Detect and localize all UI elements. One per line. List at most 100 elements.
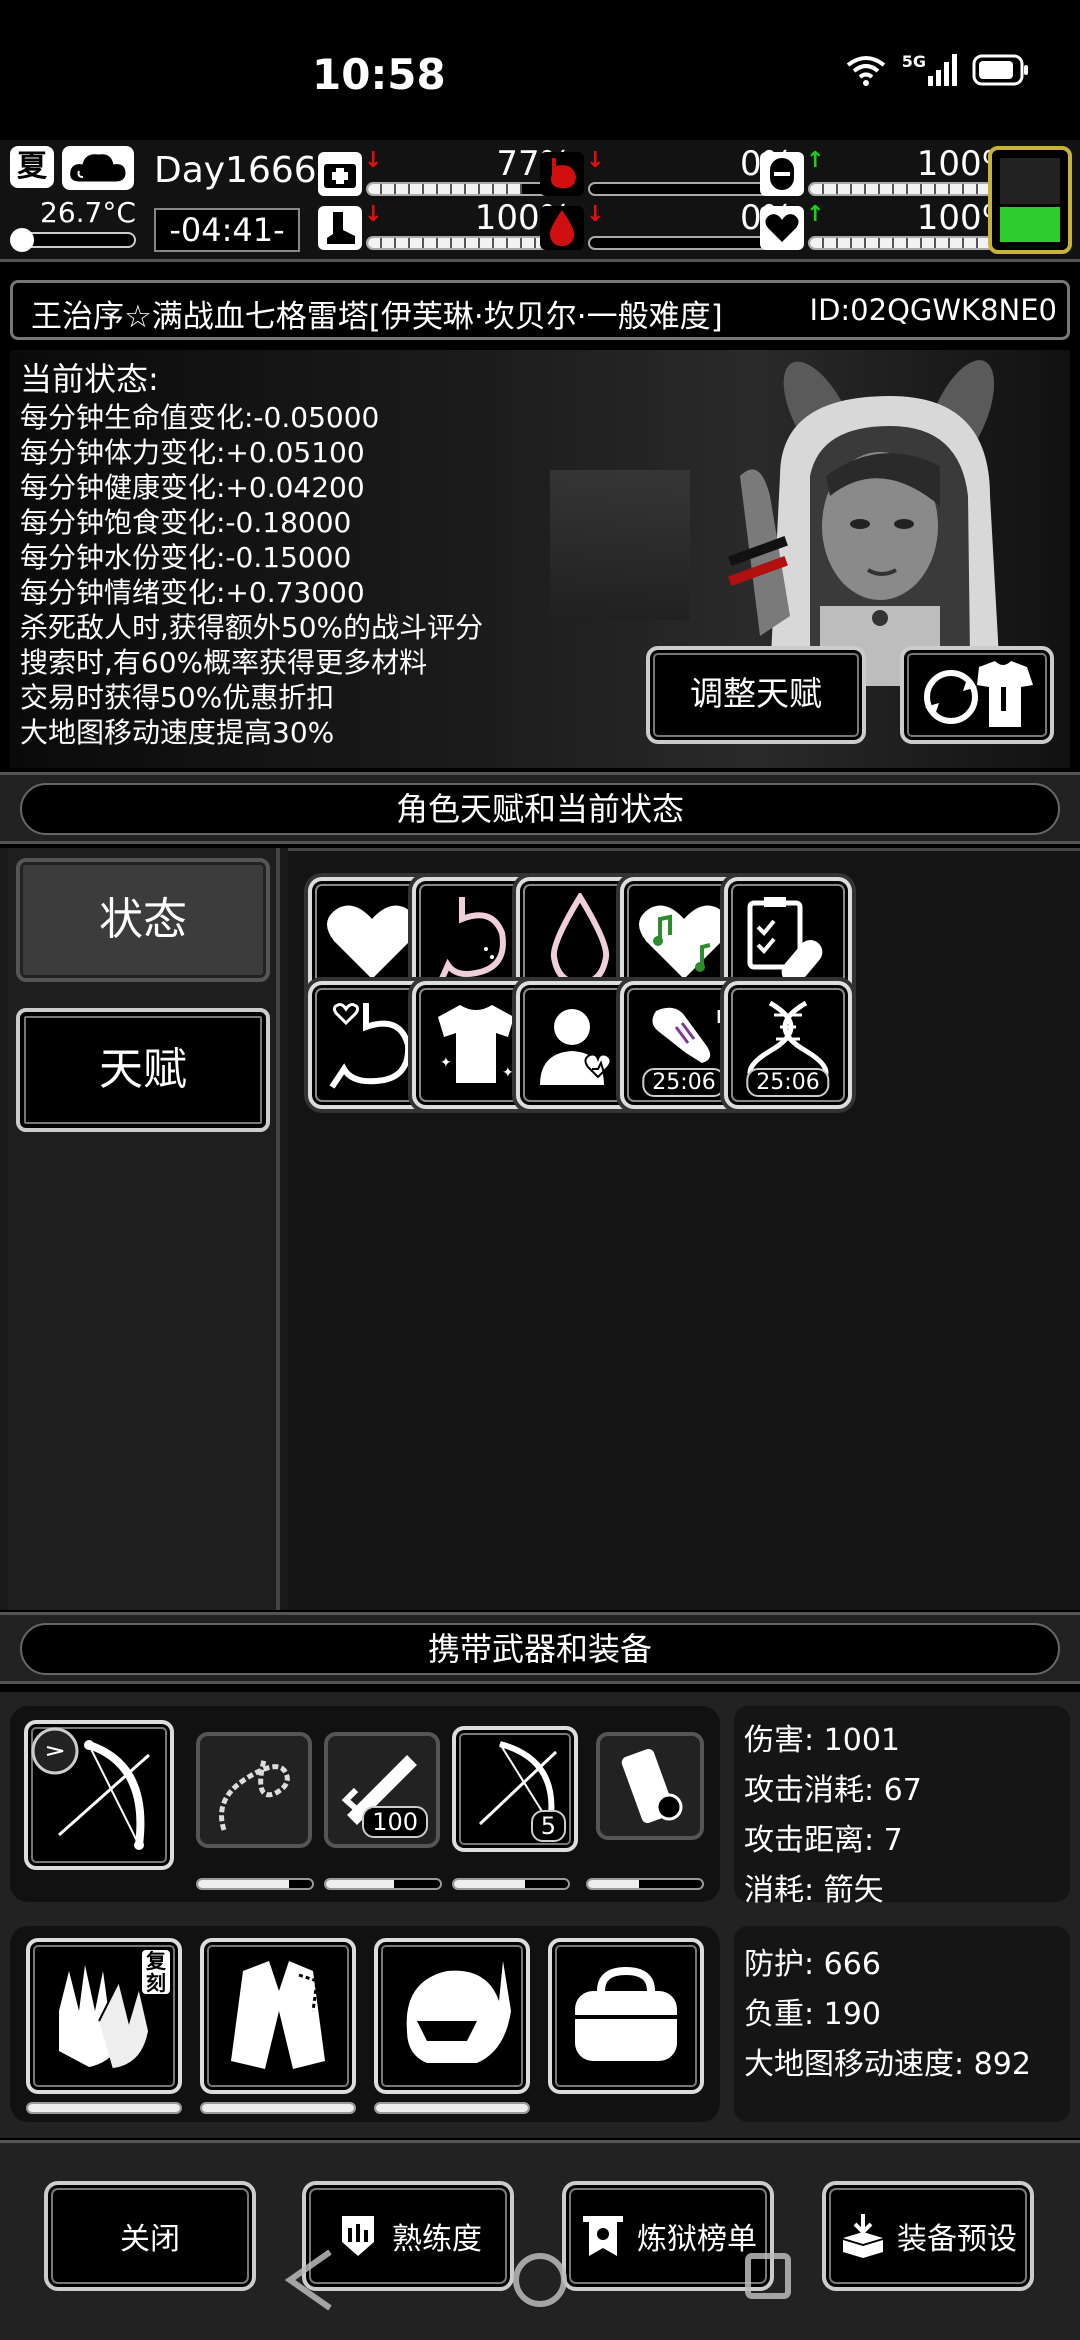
armor-slot-helmet[interactable] [374,1938,530,2094]
tab-status[interactable]: 状态 [16,858,270,982]
equipment-preset-button[interactable]: 装备预设 [822,2181,1034,2291]
close-button[interactable]: 关闭 [44,2181,256,2291]
heart-meter: ↑ 100% [760,198,1020,254]
battery-fill [1000,207,1060,242]
mood-fill [810,184,1010,194]
health-meter: ↓ 77% [318,144,578,200]
coat-icon [231,1961,325,2069]
medical-kit-icon [747,897,823,984]
status-line: 每分钟水份变化:-0.15000 [20,541,352,574]
system-time: 10:58 [312,50,446,99]
stat-attack-cost: 攻击消耗: 67 [744,1773,922,1808]
shirt-icon: ✦✦ [438,1005,514,1083]
adjust-talent-button[interactable]: 调整天赋 [646,646,866,744]
status-line: 搜索时,有60%概率获得更多材料 [20,646,428,679]
status-heading: 当前状态: [20,360,159,398]
game-hud: 夏 26.7°C Day1666 -04:41- ↓ 77% ↓ 0% ↑ 10… [0,140,1080,262]
svg-text:I: I [716,1007,723,1028]
durability-bar [586,1878,704,1890]
durability-fill [28,2104,180,2112]
first-aid-icon [318,152,362,196]
system-status-bar: 10:58 5G [0,0,1080,140]
armor-slot-bag[interactable] [548,1938,704,2094]
status-line: 杀死敌人时,获得额外50%的战斗评分 [20,611,484,644]
durability-bar [200,2102,356,2114]
tab-column: 状态 天赋 [8,848,280,1610]
status-line: 每分钟情绪变化:+0.73000 [20,576,365,609]
ranking-button[interactable]: 炼狱榜单 [562,2181,774,2291]
arrow-down-icon: ↓ [364,202,383,227]
heart-icon [327,905,417,979]
proficiency-button-label: 熟练度 [392,2222,482,2257]
replica-badge: 复刻 [142,1950,170,1994]
armor-slot-gloves[interactable]: 复刻 [26,1938,182,2094]
svg-text:✦: ✦ [440,1055,452,1071]
weapon-slot-whip[interactable] [196,1732,312,1848]
durability-fill [376,2104,528,2112]
durability-fill [588,1880,640,1888]
character-title: 王治序☆满战血七格雷塔[伊芙琳·坎贝尔·一般难度] [31,299,723,335]
health-fill [368,184,522,194]
durability-fill [202,2104,354,2112]
battery-empty-part [1000,158,1060,204]
proficiency-button[interactable]: 熟练度 [302,2181,514,2291]
gun-ammo-count: 100 [362,1806,428,1838]
change-outfit-button[interactable] [900,646,1054,744]
durability-bar [196,1878,314,1890]
stat-map-speed: 大地图移动速度: 892 [744,2047,1031,2082]
weapon-slot-gun[interactable]: 100 [324,1732,440,1848]
status-line: 交易时获得50%优惠折扣 [20,681,335,714]
close-button-label: 关闭 [120,2222,180,2257]
tab-talent[interactable]: 天赋 [16,1008,270,1132]
weapon-slot-flashlight[interactable] [596,1732,704,1840]
status-effects-grid: ✦ ✦ I 25:06 25:06 [288,848,1080,1610]
device-battery-gauge[interactable] [988,146,1072,254]
proficiency-badge-icon [342,2216,374,2256]
character-title-bar: 王治序☆满战血七格雷塔[伊芙琳·坎贝尔·一般难度] ID:02QGWK8NE0 [10,280,1070,340]
equipment-section-title: 携带武器和装备 [20,1623,1060,1675]
heart-fill [810,238,1010,248]
stat-defense: 防护: 666 [744,1947,881,1982]
weapon-slots: 100 5 [10,1706,720,1902]
season-badge: 夏 [10,146,54,188]
character-portrait [728,360,1000,686]
stomach-heart-icon [329,1003,412,1089]
blood-drop-icon [540,206,584,250]
network-type: 5G [901,52,926,71]
water-drop-icon [550,893,610,987]
arrow-ammo-count: 5 [530,1810,566,1842]
temperature: 26.7°C [40,196,136,229]
helmet-icon [406,1961,511,2063]
status-slot-gene[interactable]: 25:06 [724,981,852,1109]
stomach-icon [437,897,506,985]
flashlight-icon [621,1748,683,1824]
heart-icon [760,206,804,250]
weapon-stats: 伤害: 1001 攻击消耗: 67 攻击距离: 7 消耗: 箭矢 [734,1706,1070,1908]
talent-section-title: 角色天赋和当前状态 [20,783,1060,835]
equipment-preset-button-label: 装备预设 [897,2222,1017,2257]
armor-stats: 防护: 666 负重: 190 大地图移动速度: 892 [734,1926,1070,2122]
durability-bar [26,2102,182,2114]
temperature-knob [10,228,34,252]
chain-whip-icon [219,1759,290,1831]
duffel-bag-icon [575,1966,677,2061]
ranking-banner-icon [583,2216,623,2256]
armor-slot-coat[interactable] [200,1938,356,2094]
arrow-down-icon: ↓ [586,148,605,173]
equipment-section-header: 携带武器和装备 [0,1612,1080,1684]
day-counter: Day1666 [154,150,317,191]
stat-ammo-type: 消耗: 箭矢 [744,1873,884,1908]
heart-bar [808,236,1012,250]
durability-fill [198,1880,290,1888]
bottom-action-bar: 关闭 熟练度 炼狱榜单 装备预设 [0,2140,1080,2340]
status-line: 每分钟健康变化:+0.04200 [20,471,365,504]
weapon-slot-bow[interactable]: 5 [452,1726,578,1852]
mood-bar [808,182,1012,196]
game-clock: -04:41- [154,208,300,252]
status-line: 大地图移动速度提高30% [20,716,335,749]
preset-box-icon [843,2214,883,2258]
durability-fill [326,1880,395,1888]
equipment-panel: 100 5 伤害: 1001 攻击消耗: 67 攻击距离: 7 消耗: 箭矢 复… [0,1692,1080,2138]
stat-damage: 伤害: 1001 [744,1723,900,1758]
weapon-slot-main[interactable] [24,1720,174,1870]
